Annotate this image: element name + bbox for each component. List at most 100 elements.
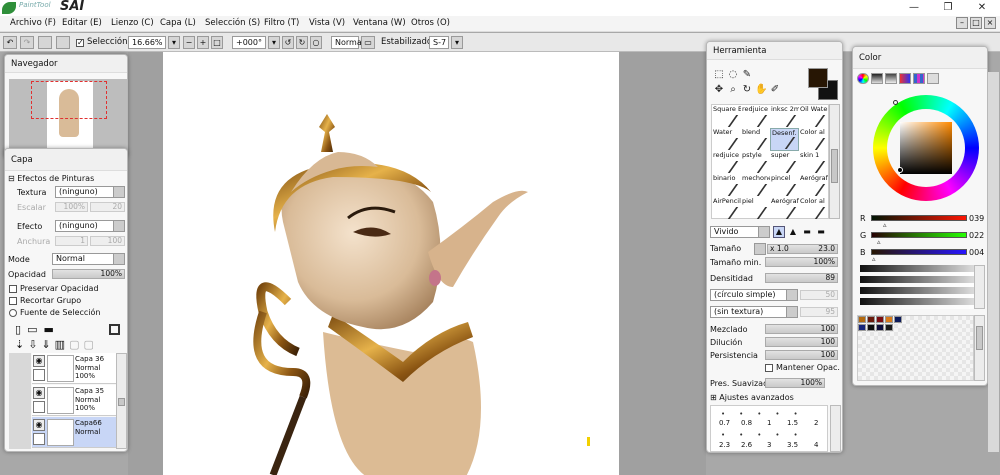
brush-aerografo-2[interactable]: Aerógrafo	[770, 197, 799, 220]
preset-size[interactable]: 0.7	[719, 419, 730, 427]
shape-amount-bar[interactable]: 50	[800, 290, 838, 300]
zoom-in-icon[interactable]: +	[197, 36, 209, 49]
b-slider[interactable]	[871, 249, 967, 255]
rotation-dropdown-icon[interactable]: ▾	[268, 36, 280, 49]
menu-seleccion[interactable]: Selección (S)	[205, 18, 260, 28]
gradient-scrollbar[interactable]	[974, 265, 985, 309]
blend-mode-select[interactable]: Vivido	[710, 226, 770, 238]
rotate-left-icon[interactable]: ↺	[282, 36, 294, 49]
layer-row-selected[interactable]: ◉ Capa66 Normal	[32, 417, 116, 448]
brush-redjuice[interactable]: redjuice	[741, 105, 770, 128]
stabilizer-dropdown-icon[interactable]: ▾	[451, 36, 463, 49]
brush-redjuice-2[interactable]: redjuice	[712, 151, 741, 174]
lasso-icon[interactable]: ◌	[727, 69, 739, 81]
r-slider-handle[interactable]: ▵	[883, 221, 887, 229]
zoom-dropdown-icon[interactable]: ▾	[168, 36, 180, 49]
scratchpad-mode-icon[interactable]	[927, 73, 939, 84]
minimize-button[interactable]: —	[904, 1, 924, 15]
width-bar-2[interactable]: 100	[90, 236, 125, 246]
lock-toggle-icon[interactable]	[33, 433, 45, 445]
swatch[interactable]	[867, 324, 875, 331]
texture-select[interactable]: (ninguno)	[55, 186, 125, 198]
folder-icon[interactable]: ▬	[43, 323, 59, 336]
eye-icon[interactable]: ◉	[33, 387, 45, 399]
swatch[interactable]	[894, 316, 902, 323]
zoom-icon[interactable]: ⌕	[727, 84, 739, 96]
invert-selection-icon[interactable]	[56, 36, 70, 49]
hsv-slider-mode-icon[interactable]	[885, 73, 897, 84]
preset-size[interactable]: 0.8	[741, 419, 752, 427]
mixer-mode-icon[interactable]	[899, 73, 911, 84]
deselect-icon[interactable]	[38, 36, 52, 49]
scale-bar-2[interactable]: 20	[90, 202, 125, 212]
layers-scrollbar[interactable]	[116, 353, 127, 449]
brush-blend[interactable]: blend	[741, 128, 770, 151]
transfer-down-icon[interactable]: ⇣	[15, 338, 28, 351]
brush-oil-water[interactable]: Oil Water	[799, 105, 828, 128]
swatch[interactable]	[885, 324, 893, 331]
menu-vista[interactable]: Vista (V)	[309, 18, 345, 28]
mdi-close-icon[interactable]: ×	[984, 17, 996, 29]
move-icon[interactable]: ✥	[713, 84, 725, 96]
mode-select[interactable]: Normal	[52, 253, 125, 265]
persistence-bar[interactable]: 100	[765, 350, 838, 360]
preset-size[interactable]: 4	[814, 441, 818, 449]
brush-texture-select[interactable]: (sin textura)	[710, 306, 798, 318]
density-bar[interactable]: 89	[765, 273, 838, 283]
clear-icon[interactable]: ▢	[69, 338, 83, 351]
mdi-minimize-icon[interactable]: –	[956, 17, 968, 29]
close-button[interactable]: ✕	[972, 1, 992, 15]
selection-source-radio[interactable]	[9, 309, 17, 317]
menu-filtro[interactable]: Filtro (T)	[264, 18, 299, 28]
navigator-preview[interactable]	[9, 79, 127, 157]
effect-select[interactable]: (ninguno)	[55, 220, 125, 232]
preset-size[interactable]: 1.5	[787, 419, 798, 427]
saturation-value-square[interactable]	[900, 122, 952, 174]
brush-square-brush[interactable]: Square Brush	[712, 105, 741, 128]
brush-binario[interactable]: binario	[712, 174, 741, 197]
g-slider[interactable]	[871, 232, 967, 238]
selection-checkbox[interactable]: ✓	[76, 39, 84, 47]
rotate-reset-icon[interactable]: ○	[310, 36, 322, 49]
new-layer-icon[interactable]: ▯	[15, 323, 27, 336]
brush-super[interactable]: super	[770, 151, 799, 174]
hand-icon[interactable]: ✋	[755, 84, 767, 96]
rotate-right-icon[interactable]: ↻	[296, 36, 308, 49]
advanced-settings-toggle[interactable]: ⊞ Ajustes avanzados	[710, 393, 794, 402]
dilution-bar[interactable]: 100	[765, 337, 838, 347]
swatch[interactable]	[858, 324, 866, 331]
preserve-opacity-checkbox[interactable]	[9, 285, 17, 293]
menu-archivo[interactable]: Archivo (F)	[10, 18, 56, 28]
brush-shape-select[interactable]: (círculo simple)	[710, 289, 798, 301]
rgb-slider-mode-icon[interactable]	[871, 73, 883, 84]
stabilizer-field[interactable]: S-7	[429, 36, 449, 49]
brush-color-al-2[interactable]: Color al	[799, 197, 828, 220]
trash-icon[interactable]: ▥	[55, 338, 69, 351]
swatch[interactable]	[867, 316, 875, 323]
collapse-icon[interactable]: ⊟	[8, 174, 15, 183]
min-size-bar[interactable]: 100%	[765, 257, 838, 267]
smoothing-bar[interactable]: 100%	[765, 378, 825, 388]
size-dropdown[interactable]	[754, 243, 766, 255]
redo-icon[interactable]: ↷	[20, 36, 34, 49]
drawing-canvas[interactable]	[163, 52, 619, 475]
layer-row[interactable]: ◉ Capa 36 Normal 100%	[32, 353, 116, 384]
rotation-field[interactable]: +000°	[232, 36, 266, 49]
brush-mechone[interactable]: mechone	[741, 174, 770, 197]
zoom-out-icon[interactable]: −	[183, 36, 195, 49]
new-layer-set-icon[interactable]: ▭	[27, 323, 43, 336]
color-wheel-mode-icon[interactable]	[857, 73, 869, 84]
swatches-mode-icon[interactable]	[913, 73, 925, 84]
brush-inksc[interactable]: inksc 2mm	[770, 105, 799, 128]
brush-shape-flat-icon[interactable]: ▬	[815, 226, 827, 238]
brush-shape-sharp-icon[interactable]: ▲	[773, 226, 785, 238]
b-slider-handle[interactable]: ▵	[872, 255, 876, 263]
zoom-reset-icon[interactable]: □	[211, 36, 223, 49]
size-bar[interactable]: x 1.0 23.0	[767, 244, 838, 254]
menu-lienzo[interactable]: Lienzo (C)	[111, 18, 154, 28]
mask-icon[interactable]	[109, 324, 120, 335]
preset-size[interactable]: 3.5	[787, 441, 798, 449]
zoom-field[interactable]: 16.66%	[128, 36, 166, 49]
swatch[interactable]	[876, 324, 884, 331]
menu-capa[interactable]: Capa (L)	[160, 18, 196, 28]
